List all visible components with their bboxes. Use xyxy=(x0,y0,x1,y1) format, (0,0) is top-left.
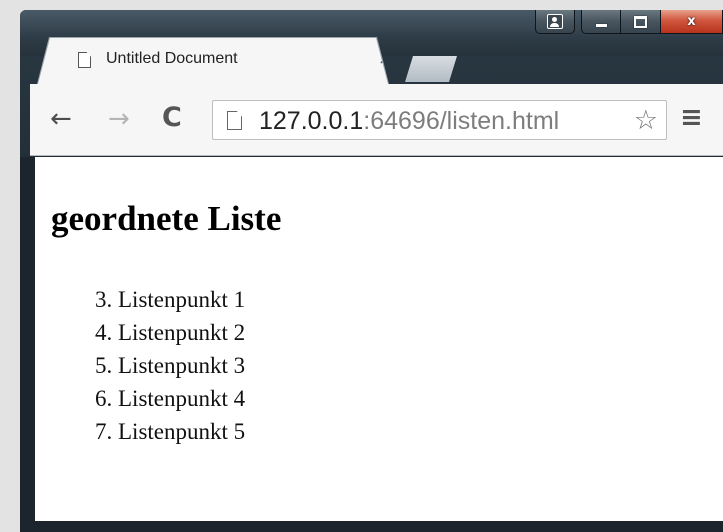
user-icon xyxy=(547,14,563,29)
list-item: 3. Listenpunkt 1 xyxy=(95,287,246,312)
close-window-button[interactable]: x xyxy=(661,10,723,34)
url-text[interactable]: 127.0.0.1:64696/listen.html xyxy=(259,107,559,136)
minimize-button[interactable] xyxy=(581,10,621,34)
address-bar[interactable]: 127.0.0.1:64696/listen.html ☆ xyxy=(212,100,667,140)
page-icon xyxy=(78,52,91,68)
window-left-border xyxy=(20,157,35,532)
user-button[interactable] xyxy=(535,10,575,34)
caption-buttons: x xyxy=(535,10,723,46)
window-bottom-border xyxy=(20,521,723,532)
new-tab-button[interactable] xyxy=(405,56,457,82)
tab-title: Untitled Document xyxy=(106,50,238,67)
tab-untitled-document[interactable]: Untitled Document × xyxy=(38,38,388,84)
maximize-icon xyxy=(634,15,647,28)
reload-icon[interactable]: C xyxy=(162,104,182,131)
url-host: 127.0.0.1 xyxy=(259,107,364,135)
list-item: 7. Listenpunkt 5 xyxy=(95,419,246,444)
menu-icon[interactable]: ≡ xyxy=(680,102,703,133)
bookmark-star-icon[interactable]: ☆ xyxy=(634,105,658,136)
list-item: 6. Listenpunkt 4 xyxy=(95,386,246,411)
minimize-icon xyxy=(595,24,607,27)
list-item: 4. Listenpunkt 2 xyxy=(95,320,246,345)
list-item: 5. Listenpunkt 3 xyxy=(95,353,246,378)
page-title: geordnete Liste xyxy=(51,199,282,238)
url-path: :64696/listen.html xyxy=(363,107,560,135)
forward-icon[interactable]: → xyxy=(108,106,130,132)
ordered-list: 3. Listenpunkt 1 4. Listenpunkt 2 5. Lis… xyxy=(95,283,245,448)
page-content: geordnete Liste 3. Listenpunkt 1 4. List… xyxy=(35,157,723,521)
back-icon[interactable]: ← xyxy=(50,106,72,132)
maximize-button[interactable] xyxy=(621,10,661,34)
page-icon xyxy=(227,111,242,130)
close-icon: x xyxy=(687,14,696,29)
browser-toolbar: ← → C 127.0.0.1:64696/listen.html ☆ ≡ xyxy=(30,84,723,156)
